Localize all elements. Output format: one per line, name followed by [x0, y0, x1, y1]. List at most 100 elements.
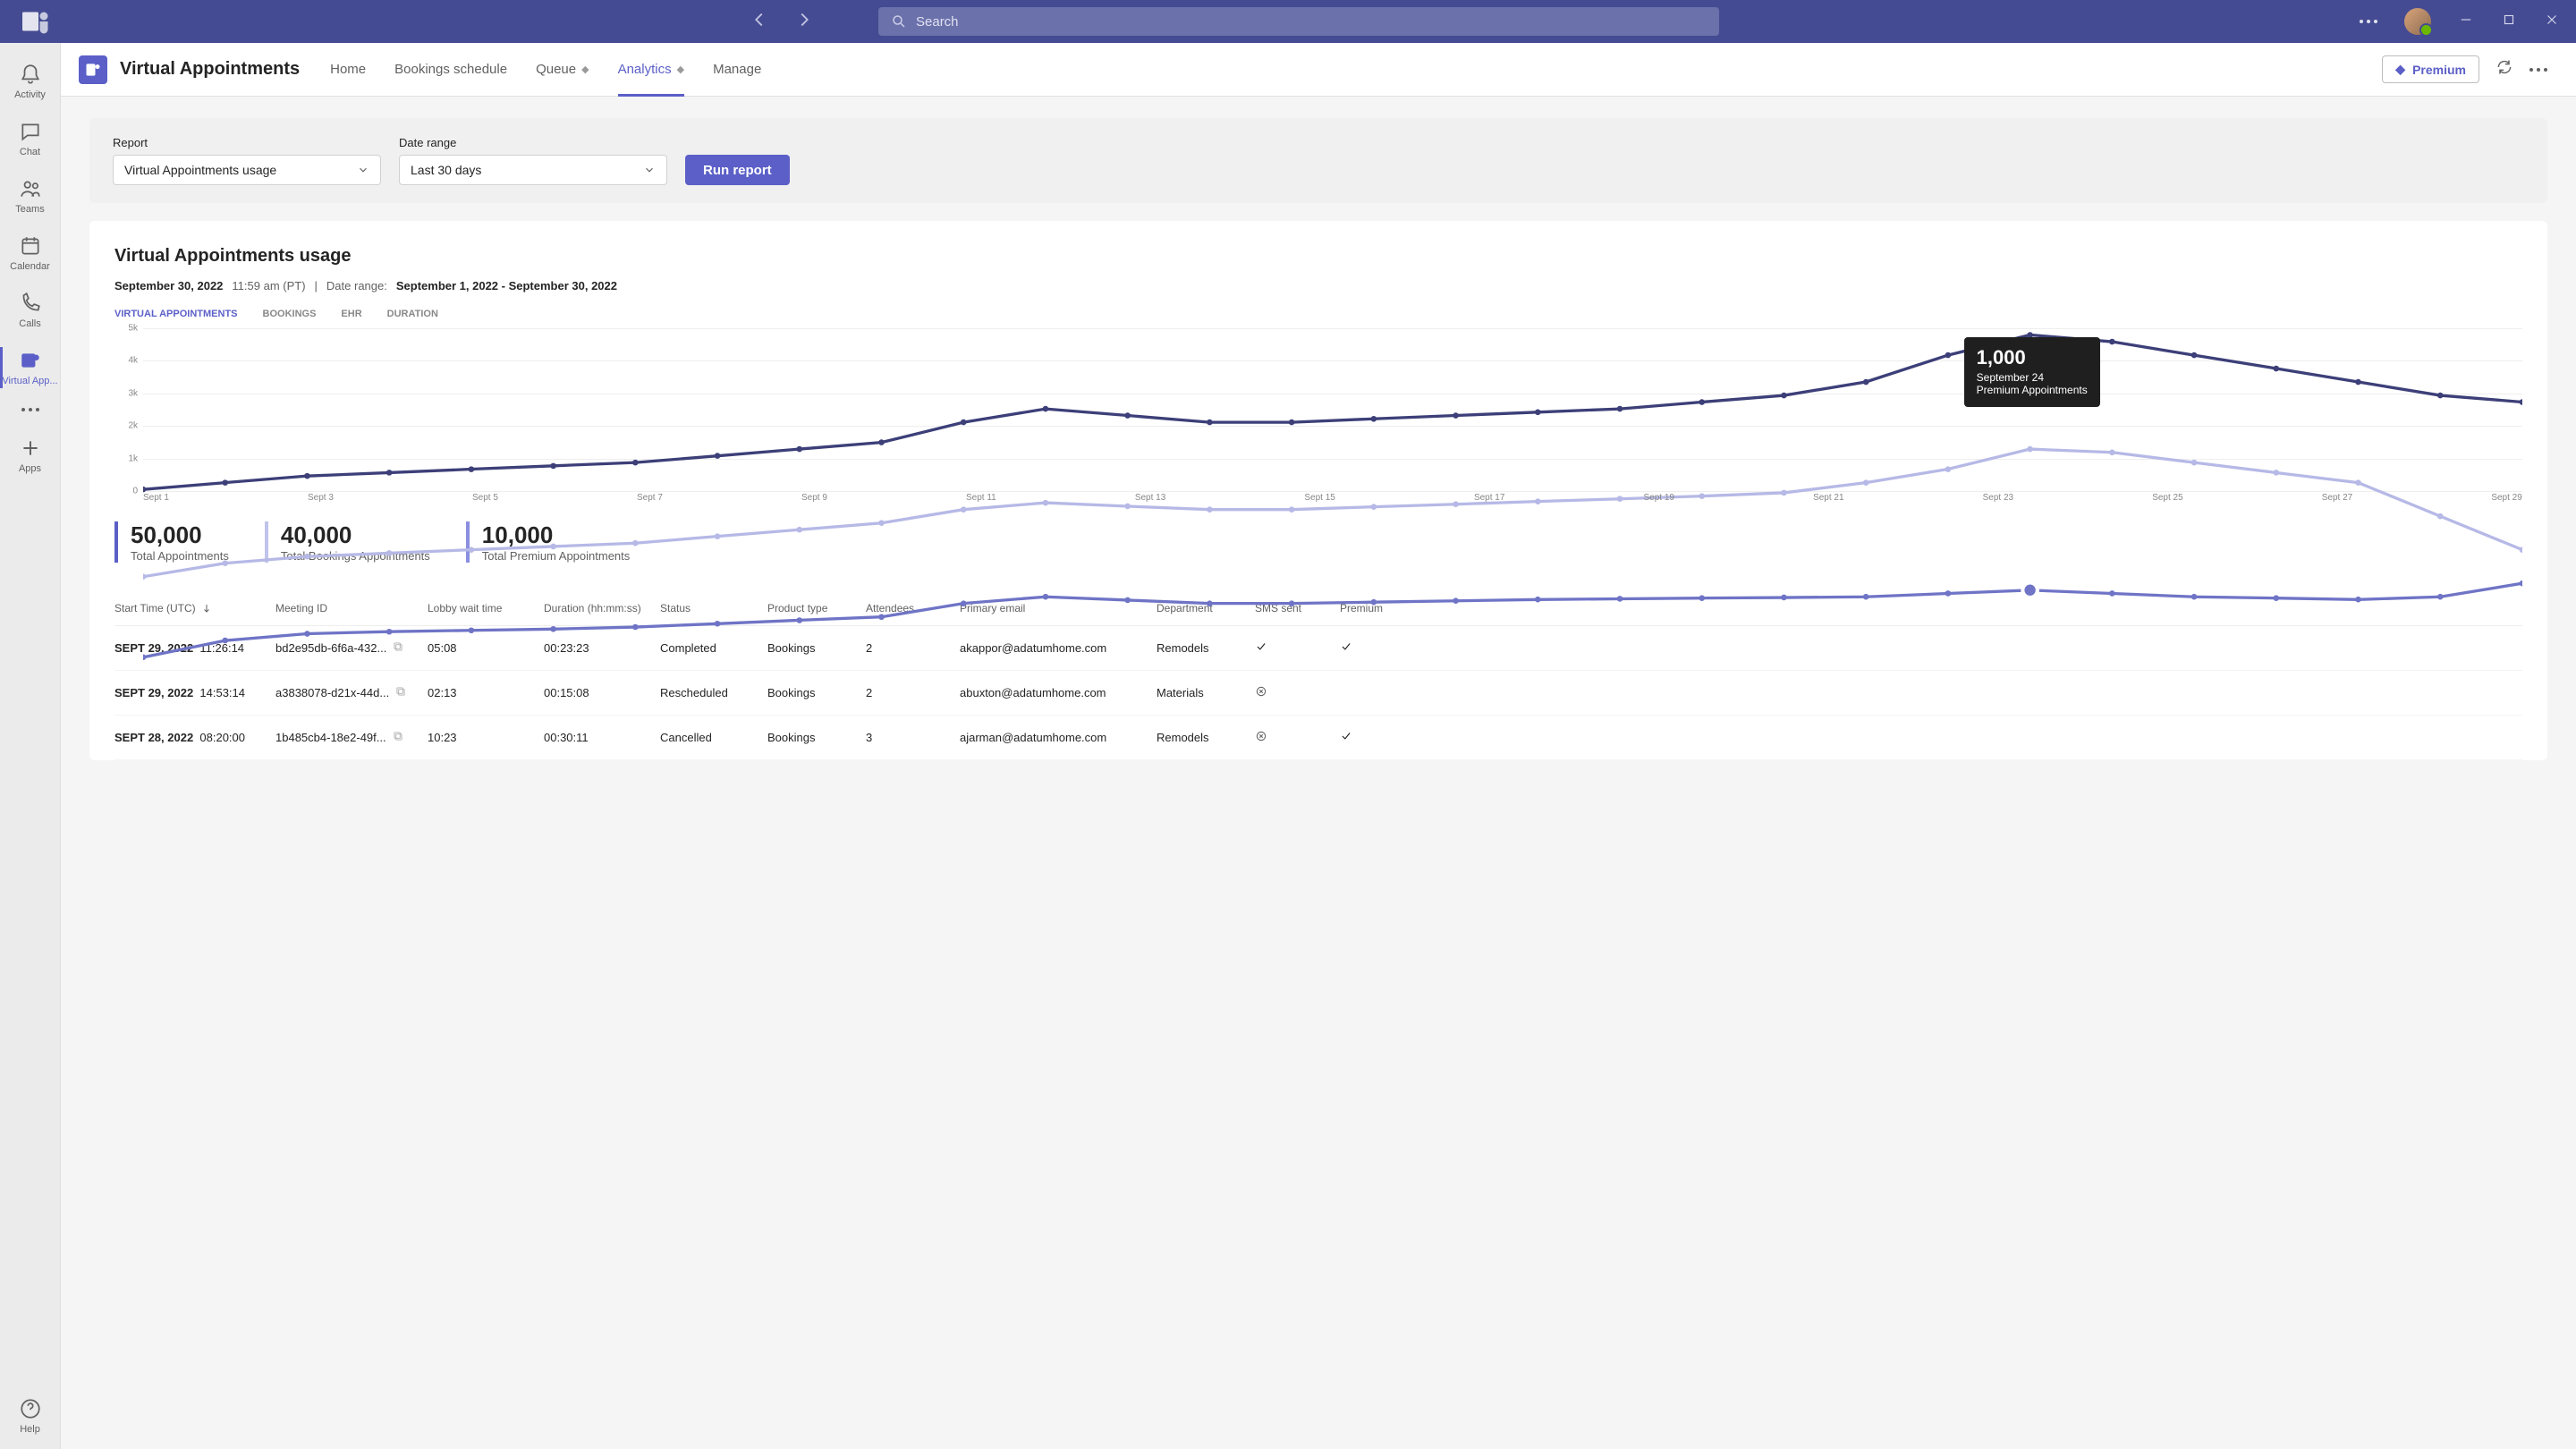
rail-apps[interactable]: Apps — [0, 429, 61, 481]
tab-queue[interactable]: Queue ◆ — [521, 43, 604, 97]
teams-logo-icon — [20, 5, 52, 38]
date-range-select-value: Last 30 days — [411, 163, 481, 177]
app-rail: Activity Chat Teams Calendar Calls Virtu… — [0, 43, 61, 1449]
back-button[interactable] — [750, 10, 769, 34]
rail-help[interactable]: Help — [0, 1390, 61, 1442]
cell-status: Cancelled — [660, 731, 767, 744]
premium-diamond-icon: ◆ — [581, 64, 589, 75]
app-title: Virtual Appointments — [120, 59, 300, 80]
search-placeholder: Search — [916, 14, 959, 30]
cell-sms — [1255, 730, 1340, 745]
rail-teams-label: Teams — [15, 204, 44, 215]
cell-start-time: SEPT 28, 2022 08:20:00 — [114, 731, 275, 744]
user-avatar[interactable] — [2404, 8, 2431, 35]
report-select[interactable]: Virtual Appointments usage — [113, 155, 381, 185]
report-field-label: Report — [113, 136, 381, 149]
chevron-down-icon — [643, 164, 656, 176]
cell-attendees: 2 — [866, 686, 960, 699]
tab-manage[interactable]: Manage — [699, 43, 775, 97]
tab-home-label: Home — [330, 62, 366, 77]
rail-virtual-label: Virtual App... — [2, 376, 57, 386]
cell-lobby: 02:13 — [428, 686, 544, 699]
rail-apps-label: Apps — [19, 463, 41, 474]
report-range-value: September 1, 2022 - September 30, 2022 — [396, 279, 617, 292]
cell-start-time: SEPT 29, 2022 14:53:14 — [114, 686, 275, 699]
titlebar: Search — [0, 0, 2576, 43]
search-input[interactable]: Search — [878, 7, 1719, 36]
rail-calls[interactable]: Calls — [0, 284, 61, 336]
tooltip-value: 1,000 — [1977, 346, 2088, 369]
premium-diamond-icon: ◆ — [677, 64, 684, 75]
rail-help-label: Help — [20, 1424, 40, 1435]
table-row[interactable]: SEPT 28, 2022 08:20:001b485cb4-18e2-49f.… — [114, 716, 2522, 760]
cell-email: ajarman@adatumhome.com — [960, 731, 1157, 744]
tab-manage-label: Manage — [713, 62, 761, 77]
copy-icon[interactable] — [394, 685, 407, 700]
tab-analytics-label: Analytics — [618, 62, 672, 77]
cell-duration: 00:15:08 — [544, 686, 660, 699]
subtab-bookings[interactable]: BOOKINGS — [263, 309, 317, 319]
report-meta: September 30, 2022 11:59 am (PT) | Date … — [114, 279, 2522, 292]
tooltip-date: September 24 — [1977, 371, 2088, 384]
run-report-button[interactable]: Run report — [685, 155, 790, 185]
settings-more-button[interactable] — [2360, 20, 2377, 23]
subtab-ehr[interactable]: EHR — [341, 309, 361, 319]
more-button[interactable] — [2529, 68, 2547, 72]
cell-duration: 00:30:11 — [544, 731, 660, 744]
rail-virtual-appointments[interactable]: Virtual App... — [0, 342, 61, 394]
tooltip-series: Premium Appointments — [1977, 384, 2088, 396]
cell-meeting-id: 1b485cb4-18e2-49f... — [275, 730, 428, 745]
report-range-label: Date range: — [326, 279, 387, 292]
rail-activity-label: Activity — [14, 89, 46, 100]
tab-bookings-label: Bookings schedule — [394, 62, 507, 77]
tab-home[interactable]: Home — [316, 43, 380, 97]
cell-email: abuxton@adatumhome.com — [960, 686, 1157, 699]
cell-department: Materials — [1157, 686, 1255, 699]
cell-sms — [1255, 685, 1340, 700]
rail-chat[interactable]: Chat — [0, 113, 61, 165]
rail-calendar-label: Calendar — [10, 261, 50, 272]
cell-premium — [1340, 730, 1402, 745]
cell-lobby: 10:23 — [428, 731, 544, 744]
diamond-icon: ◆ — [2395, 62, 2405, 77]
rail-more-button[interactable] — [21, 408, 39, 411]
subtab-virtual-appointments[interactable]: VIRTUAL APPOINTMENTS — [114, 309, 238, 319]
cell-department: Remodels — [1157, 731, 1255, 744]
cell-meeting-id: a3838078-d21x-44d... — [275, 685, 428, 700]
rail-calendar[interactable]: Calendar — [0, 227, 61, 279]
rail-chat-label: Chat — [20, 147, 40, 157]
cell-product: Bookings — [767, 686, 866, 699]
premium-button[interactable]: ◆ Premium — [2382, 55, 2479, 83]
close-button[interactable] — [2544, 12, 2560, 32]
maximize-button[interactable] — [2501, 12, 2517, 32]
tab-bookings-schedule[interactable]: Bookings schedule — [380, 43, 521, 97]
refresh-button[interactable] — [2496, 58, 2513, 80]
app-header: Virtual Appointments Home Bookings sched… — [61, 43, 2576, 97]
rail-activity[interactable]: Activity — [0, 55, 61, 107]
rail-teams[interactable]: Teams — [0, 170, 61, 222]
date-range-select[interactable]: Last 30 days — [399, 155, 667, 185]
filter-bar: Report Virtual Appointments usage Date r… — [89, 118, 2547, 203]
chevron-down-icon — [357, 164, 369, 176]
report-asof-time: 11:59 am (PT) — [232, 279, 305, 292]
report-select-value: Virtual Appointments usage — [124, 163, 276, 177]
usage-chart[interactable]: 01k2k3k4k5k Sept 1Sept 3Sept 5Sept 7Sept… — [114, 328, 2522, 507]
minimize-button[interactable] — [2458, 12, 2474, 32]
report-asof-date: September 30, 2022 — [114, 279, 223, 292]
search-icon — [891, 13, 907, 30]
chart-tooltip: 1,000 September 24 Premium Appointments — [1964, 337, 2100, 407]
report-card: Virtual Appointments usage September 30,… — [89, 221, 2547, 760]
subtab-duration[interactable]: DURATION — [387, 309, 438, 319]
rail-calls-label: Calls — [19, 318, 40, 329]
cell-product: Bookings — [767, 731, 866, 744]
table-row[interactable]: SEPT 29, 2022 14:53:14a3838078-d21x-44d.… — [114, 671, 2522, 716]
forward-button[interactable] — [794, 10, 814, 34]
app-icon — [79, 55, 107, 84]
premium-button-label: Premium — [2412, 63, 2466, 77]
cell-attendees: 3 — [866, 731, 960, 744]
cell-status: Rescheduled — [660, 686, 767, 699]
tab-analytics[interactable]: Analytics ◆ — [604, 43, 699, 97]
copy-icon[interactable] — [392, 730, 404, 745]
tab-queue-label: Queue — [536, 62, 576, 77]
report-title: Virtual Appointments usage — [114, 246, 2522, 267]
